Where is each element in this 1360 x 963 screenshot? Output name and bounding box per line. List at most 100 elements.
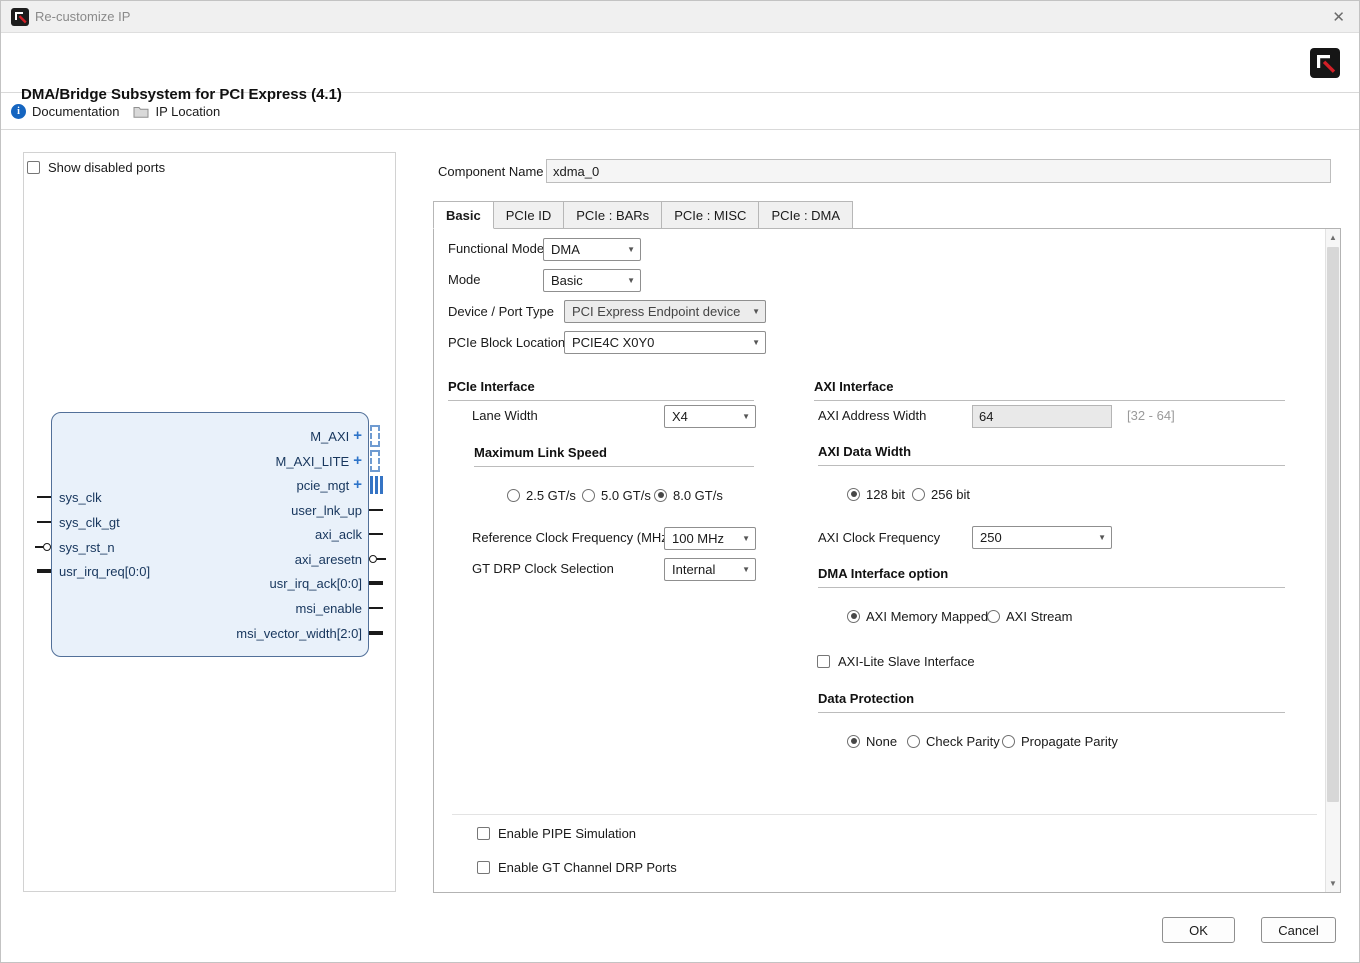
radio-none[interactable]: None: [847, 733, 897, 749]
vertical-scrollbar[interactable]: ▲ ▼: [1325, 229, 1340, 892]
pcie-interface-heading: PCIe Interface: [448, 379, 535, 395]
device-port-type-select[interactable]: PCI Express Endpoint device ▼: [564, 300, 766, 323]
ip-location-label: IP Location: [155, 104, 220, 119]
axi-interface-heading: AXI Interface: [814, 379, 893, 395]
titlebar: Re-customize IP ✕: [1, 1, 1359, 33]
radio-8-0-gts[interactable]: 8.0 GT/s: [654, 487, 723, 503]
port-label: sys_rst_n: [59, 540, 115, 555]
maximum-link-speed-heading: Maximum Link Speed: [474, 445, 607, 461]
close-icon[interactable]: ✕: [1332, 8, 1345, 26]
functional-mode-label: Functional Mode: [448, 241, 544, 257]
chevron-down-icon: ▼: [627, 276, 635, 285]
scroll-up-icon[interactable]: ▲: [1326, 230, 1340, 245]
axi-address-width-label: AXI Address Width: [818, 408, 926, 424]
axi-clock-frequency-select[interactable]: 250 ▼: [972, 526, 1112, 549]
interface-connector-bars: [370, 476, 383, 494]
tab-pcie-id[interactable]: PCIe ID: [494, 201, 565, 229]
section-rule: [818, 712, 1285, 713]
show-disabled-ports-label: Show disabled ports: [48, 160, 165, 175]
radio-dot: [654, 489, 667, 502]
divider: [452, 814, 1317, 815]
functional-mode-select[interactable]: DMA ▼: [543, 238, 641, 261]
lane-width-select[interactable]: X4 ▼: [664, 405, 756, 428]
port-usr-irq-req: usr_irq_req[0:0]: [51, 561, 369, 581]
data-protection-heading: Data Protection: [818, 691, 914, 707]
basic-tab-content: Functional Mode DMA ▼ Mode Basic ▼ Devic…: [433, 228, 1341, 893]
port-label: msi_enable: [296, 601, 363, 616]
pcie-block-location-label: PCIe Block Location: [448, 335, 565, 351]
enable-gt-channel-drp-ports-checkbox[interactable]: Enable GT Channel DRP Ports: [477, 859, 677, 875]
gt-drp-clock-selection-label: GT DRP Clock Selection: [472, 561, 614, 577]
component-name-input[interactable]: [546, 159, 1331, 183]
port-m-axi[interactable]: M_AXI +: [51, 426, 369, 446]
pcie-block-location-select[interactable]: PCIE4C X0Y0 ▼: [564, 331, 766, 354]
axi-lite-slave-interface-checkbox[interactable]: AXI-Lite Slave Interface: [817, 653, 975, 669]
radio-dot: [582, 489, 595, 502]
gt-drp-clock-selection-select[interactable]: Internal ▼: [664, 558, 756, 581]
chevron-down-icon: ▼: [627, 245, 635, 254]
port-m-axi-lite[interactable]: M_AXI_LITE +: [51, 451, 369, 471]
interface-connector-dashed: [370, 425, 380, 447]
section-rule: [818, 465, 1285, 466]
cancel-button[interactable]: Cancel: [1261, 917, 1336, 943]
radio-256-bit[interactable]: 256 bit: [912, 486, 970, 502]
recustomize-ip-dialog: Re-customize IP ✕ DMA/Bridge Subsystem f…: [0, 0, 1360, 963]
section-rule: [818, 587, 1285, 588]
scrollbar-thumb[interactable]: [1327, 247, 1339, 802]
axi-clock-frequency-label: AXI Clock Frequency: [818, 530, 940, 546]
radio-dot: [847, 610, 860, 623]
mode-label: Mode: [448, 272, 481, 288]
radio-2-5-gts[interactable]: 2.5 GT/s: [507, 487, 576, 503]
expand-plus-icon[interactable]: +: [353, 455, 362, 467]
axi-data-width-heading: AXI Data Width: [818, 444, 911, 460]
radio-axi-stream[interactable]: AXI Stream: [987, 608, 1072, 624]
port-label: M_AXI: [310, 429, 349, 444]
chevron-down-icon: ▼: [742, 565, 750, 574]
enable-pipe-simulation-checkbox[interactable]: Enable PIPE Simulation: [477, 825, 636, 841]
tab-basic[interactable]: Basic: [433, 201, 494, 229]
radio-dot: [847, 735, 860, 748]
radio-check-parity[interactable]: Check Parity: [907, 733, 1000, 749]
active-low-bubble: [369, 555, 377, 563]
radio-128-bit[interactable]: 128 bit: [847, 486, 905, 502]
show-disabled-ports-checkbox[interactable]: Show disabled ports: [27, 159, 165, 175]
device-port-type-label: Device / Port Type: [448, 304, 554, 320]
port-pin-bus: [369, 631, 383, 635]
tab-pcie-misc[interactable]: PCIe : MISC: [662, 201, 759, 229]
checkbox-box: [477, 861, 490, 874]
ok-button[interactable]: OK: [1162, 917, 1235, 943]
tab-strip: Basic PCIe ID PCIe : BARs PCIe : MISC PC…: [433, 201, 853, 229]
axi-address-width-range-hint: [32 - 64]: [1127, 408, 1175, 423]
port-sys-clk: sys_clk: [51, 487, 369, 507]
port-pin: [37, 521, 51, 523]
scroll-down-icon[interactable]: ▼: [1326, 876, 1340, 891]
component-name-label: Component Name: [438, 164, 544, 180]
app-icon: [11, 8, 29, 26]
radio-dot: [1002, 735, 1015, 748]
expand-plus-icon[interactable]: +: [353, 430, 362, 442]
radio-dot: [847, 488, 860, 501]
axi-address-width-input: [972, 405, 1112, 428]
port-msi-enable: msi_enable: [51, 598, 369, 618]
port-pin: [369, 509, 383, 511]
folder-icon: [133, 105, 149, 118]
reference-clock-frequency-select[interactable]: 100 MHz ▼: [664, 527, 756, 550]
port-sys-rst-n: sys_rst_n: [51, 537, 369, 557]
radio-propagate-parity[interactable]: Propagate Parity: [1002, 733, 1118, 749]
tab-pcie-dma[interactable]: PCIe : DMA: [759, 201, 853, 229]
tab-pcie-bars[interactable]: PCIe : BARs: [564, 201, 662, 229]
radio-5-0-gts[interactable]: 5.0 GT/s: [582, 487, 651, 503]
port-pin-bus: [37, 569, 51, 573]
mode-select[interactable]: Basic ▼: [543, 269, 641, 292]
dialog-header: DMA/Bridge Subsystem for PCI Express (4.…: [1, 33, 1359, 93]
active-low-bubble: [43, 543, 51, 551]
info-icon: i: [11, 104, 26, 119]
radio-axi-memory-mapped[interactable]: AXI Memory Mapped: [847, 608, 988, 624]
port-label: sys_clk: [59, 490, 102, 505]
documentation-button[interactable]: i Documentation: [11, 104, 119, 119]
ip-location-button[interactable]: IP Location: [133, 104, 220, 119]
radio-dot: [987, 610, 1000, 623]
checkbox-box: [27, 161, 40, 174]
port-pin: [369, 607, 383, 609]
interface-connector-dashed: [370, 450, 380, 472]
